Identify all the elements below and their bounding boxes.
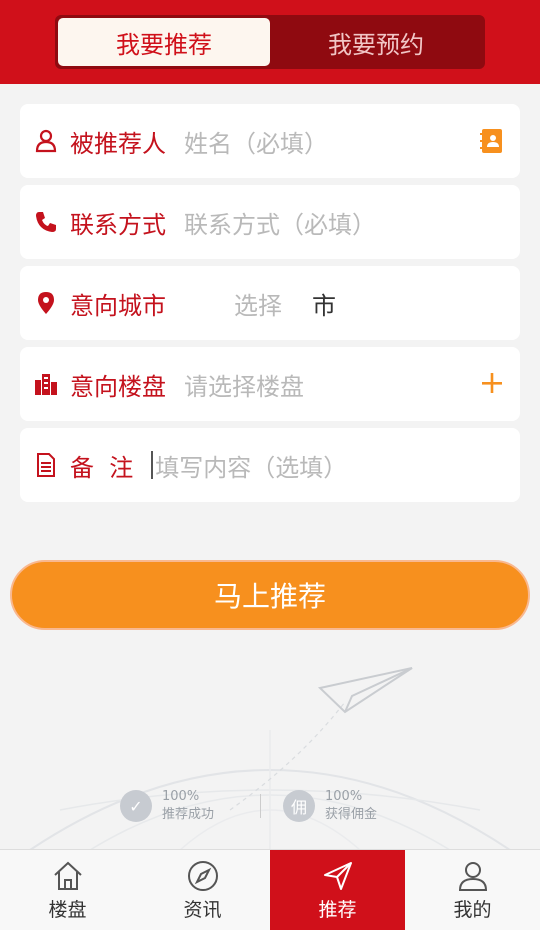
submit-recommend-button[interactable]: 马上推荐 (10, 560, 530, 630)
name-label: 被推荐人 (70, 129, 166, 158)
estate-field-row[interactable]: 意向楼盘 请选择楼盘 (20, 347, 520, 421)
tab-appointment[interactable]: 我要预约 (270, 18, 482, 66)
document-icon (37, 453, 55, 477)
person-icon (35, 129, 57, 153)
name-input[interactable]: 姓名（必填） (184, 124, 328, 159)
nav-label-mine: 我的 (453, 898, 492, 921)
segmented-control: 我要推荐 我要预约 (55, 15, 485, 69)
nav-item-mine[interactable]: 我的 (405, 850, 540, 930)
badge-commission: 佣 100% 获得佣金 (283, 788, 433, 824)
city-suffix: 市 (312, 291, 336, 320)
contacts-book-icon[interactable] (480, 128, 504, 154)
badge-commission-value: 100% (325, 789, 363, 804)
phone-icon (36, 212, 56, 232)
nav-label-estates: 楼盘 (48, 898, 87, 921)
name-field-row[interactable]: 被推荐人 姓名（必填） (20, 104, 520, 178)
notes-input[interactable]: 填写内容（选填） (151, 448, 347, 483)
commission-icon: 佣 (283, 790, 315, 822)
notes-placeholder: 填写内容（选填） (155, 453, 348, 482)
text-cursor (151, 451, 154, 479)
city-field-row[interactable]: 意向城市 选择 市 (20, 266, 520, 340)
badge-success: ✓ 100% 推荐成功 (120, 788, 270, 824)
plus-icon[interactable] (480, 371, 504, 395)
phone-input[interactable]: 联系方式（必填） (184, 205, 376, 240)
home-icon (53, 861, 82, 890)
nav-item-estates[interactable]: 楼盘 (0, 850, 135, 930)
phone-label: 联系方式 (70, 210, 166, 239)
stats-badges: ✓ 100% 推荐成功 佣 100% 获得佣金 (120, 778, 440, 834)
estate-label: 意向楼盘 (70, 372, 166, 401)
phone-field-row[interactable]: 联系方式 联系方式（必填） (20, 185, 520, 259)
nav-label-recommend: 推荐 (318, 898, 357, 921)
city-label: 意向城市 (70, 291, 166, 320)
nav-item-news[interactable]: 资讯 (135, 850, 270, 930)
check-icon: ✓ (120, 790, 152, 822)
location-pin-icon (38, 292, 54, 314)
user-icon (458, 861, 487, 891)
badge-success-label: 推荐成功 (162, 807, 215, 822)
nav-label-news: 资讯 (183, 898, 222, 921)
city-select[interactable]: 选择 (234, 286, 282, 321)
nav-item-recommend[interactable]: 推荐 (270, 850, 405, 930)
compass-icon (187, 860, 218, 891)
building-icon (35, 374, 57, 395)
paper-plane-icon (323, 861, 352, 890)
header-bar: 我要推荐 我要预约 (0, 0, 540, 84)
notes-field-row[interactable]: 备 注 填写内容（选填） (20, 428, 520, 502)
badge-divider (260, 794, 261, 818)
recommend-form: 被推荐人 姓名（必填） 联系方式 联系方式（必填） 意向城市 选择 市 意向楼盘… (20, 104, 520, 509)
badge-commission-label: 获得佣金 (325, 807, 378, 822)
notes-label: 备 注 (70, 453, 134, 482)
tab-recommend[interactable]: 我要推荐 (58, 18, 270, 66)
bottom-nav: 楼盘 资讯 推荐 我的 (0, 849, 540, 930)
estate-select[interactable]: 请选择楼盘 (184, 367, 304, 402)
badge-success-value: 100% (162, 789, 200, 804)
